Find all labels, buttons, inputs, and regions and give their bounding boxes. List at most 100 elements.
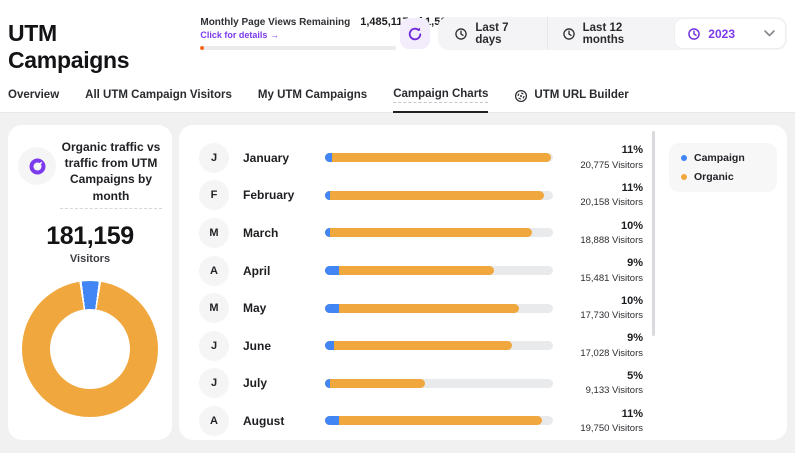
month-label: March bbox=[243, 226, 325, 240]
refresh-icon bbox=[407, 26, 423, 42]
month-percent: 9% bbox=[567, 331, 643, 346]
tab-overview[interactable]: Overview bbox=[8, 89, 59, 112]
month-bar[interactable] bbox=[325, 304, 553, 313]
legend-item-organic[interactable]: Organic bbox=[681, 171, 765, 183]
filter-last-12-months-label: Last 12 months bbox=[583, 22, 661, 46]
tab-campaign-charts[interactable]: Campaign Charts bbox=[393, 88, 488, 112]
organic-dot-icon bbox=[681, 174, 687, 180]
month-badge: F bbox=[199, 180, 229, 210]
monthly-bars-card: J January 11%20,775 Visitors F February … bbox=[179, 125, 787, 440]
date-filter-group: Last 7 days Last 12 months bbox=[438, 17, 787, 50]
organic-bar-segment bbox=[325, 153, 551, 162]
month-badge: A bbox=[199, 406, 229, 436]
filter-last-7-days[interactable]: Last 7 days bbox=[440, 17, 546, 50]
month-bar[interactable] bbox=[325, 416, 553, 425]
month-row-april: A April 9%15,481 Visitors bbox=[199, 252, 657, 290]
filter-year-dropdown[interactable]: 2023 bbox=[675, 19, 785, 48]
campaign-bar-segment bbox=[325, 153, 332, 162]
campaign-bar-segment bbox=[325, 341, 334, 350]
organic-bar-segment bbox=[325, 341, 512, 350]
month-visitors: 15,481 Visitors bbox=[567, 272, 643, 285]
month-visitors: 18,888 Visitors bbox=[567, 234, 643, 247]
month-label: April bbox=[243, 264, 325, 278]
campaign-bar-segment bbox=[325, 228, 330, 237]
legend-column: Campaign Organic bbox=[657, 135, 787, 440]
tab-utm-url-builder[interactable]: UTM URL Builder bbox=[514, 89, 628, 112]
organic-bar-segment bbox=[325, 416, 542, 425]
month-label: May bbox=[243, 301, 325, 315]
legend-organic-label: Organic bbox=[694, 171, 734, 183]
total-visitors-value: 181,159 bbox=[18, 222, 162, 251]
month-row-february: F February 11%20,158 Visitors bbox=[199, 177, 657, 215]
month-row-july: J July 5%9,133 Visitors bbox=[199, 365, 657, 403]
month-percent: 10% bbox=[567, 219, 643, 234]
campaign-bar-segment bbox=[325, 266, 339, 275]
tab-bar: Overview All UTM Campaign Visitors My UT… bbox=[0, 74, 795, 113]
month-visitors: 20,158 Visitors bbox=[567, 196, 643, 209]
month-percent: 11% bbox=[567, 181, 643, 196]
month-label: June bbox=[243, 339, 325, 353]
refresh-button[interactable] bbox=[400, 18, 430, 49]
month-bar[interactable] bbox=[325, 191, 553, 200]
month-percent: 10% bbox=[567, 294, 643, 309]
filter-year-label: 2023 bbox=[708, 27, 735, 41]
rows-scrollbar[interactable] bbox=[652, 131, 655, 336]
clock-icon bbox=[454, 27, 468, 41]
url-builder-icon bbox=[514, 89, 528, 103]
page-views-widget: Monthly Page Views Remaining 1,485,117 o… bbox=[200, 16, 400, 50]
chart-legend: Campaign Organic bbox=[669, 143, 777, 192]
month-row-march: M March 10%18,888 Visitors bbox=[199, 214, 657, 252]
campaign-bar-segment bbox=[325, 379, 330, 388]
month-row-may: M May 10%17,730 Visitors bbox=[199, 289, 657, 327]
organic-bar-segment bbox=[325, 304, 519, 313]
month-percent: 9% bbox=[567, 256, 643, 271]
campaign-dot-icon bbox=[681, 155, 687, 161]
month-bar[interactable] bbox=[325, 228, 553, 237]
organic-bar-segment bbox=[325, 228, 532, 237]
tab-my-utm-campaigns[interactable]: My UTM Campaigns bbox=[258, 89, 367, 112]
month-bar[interactable] bbox=[325, 341, 553, 350]
month-visitors: 17,028 Visitors bbox=[567, 347, 643, 360]
month-bar[interactable] bbox=[325, 153, 553, 162]
filter-last-7-days-label: Last 7 days bbox=[475, 22, 532, 46]
page-header: UTM Campaigns Monthly Page Views Remaini… bbox=[0, 0, 795, 113]
month-rows-list: J January 11%20,775 Visitors F February … bbox=[179, 135, 657, 440]
page-views-label: Monthly Page Views Remaining bbox=[200, 17, 350, 28]
donut-chart-icon-circle bbox=[18, 147, 56, 185]
page-views-progressbar bbox=[200, 46, 396, 50]
clock-icon bbox=[687, 27, 701, 41]
month-badge: J bbox=[199, 143, 229, 173]
month-visitors: 20,775 Visitors bbox=[567, 159, 643, 172]
content-area: Organic traffic vs traffic from UTM Camp… bbox=[0, 113, 795, 453]
chevron-down-icon bbox=[764, 30, 775, 37]
filter-last-12-months[interactable]: Last 12 months bbox=[547, 17, 675, 50]
month-label: August bbox=[243, 414, 325, 428]
month-visitors: 9,133 Visitors bbox=[567, 384, 643, 397]
month-percent: 5% bbox=[567, 369, 643, 384]
legend-item-campaign[interactable]: Campaign bbox=[681, 152, 765, 164]
page-views-progress-fill bbox=[200, 46, 204, 50]
month-badge: A bbox=[199, 256, 229, 286]
month-percent: 11% bbox=[567, 143, 643, 158]
donut-chart-icon bbox=[29, 158, 46, 175]
month-visitors: 17,730 Visitors bbox=[567, 309, 643, 322]
month-row-january: J January 11%20,775 Visitors bbox=[199, 139, 657, 177]
legend-campaign-label: Campaign bbox=[694, 152, 745, 164]
utm-campaigns-screen: UTM Campaigns Monthly Page Views Remaini… bbox=[0, 0, 795, 453]
organic-vs-campaign-donut[interactable] bbox=[22, 281, 158, 417]
donut-card-title: Organic traffic vs traffic from UTM Camp… bbox=[60, 139, 162, 209]
organic-bar-segment bbox=[325, 191, 544, 200]
campaign-bar-segment bbox=[325, 191, 330, 200]
month-bar[interactable] bbox=[325, 266, 553, 275]
month-percent: 11% bbox=[567, 407, 643, 422]
tab-all-utm-campaign-visitors[interactable]: All UTM Campaign Visitors bbox=[85, 89, 232, 112]
page-title: UTM Campaigns bbox=[8, 20, 178, 74]
month-visitors: 19,750 Visitors bbox=[567, 422, 643, 435]
click-for-details-link[interactable]: Click for details → bbox=[200, 30, 400, 40]
month-row-august: A August 11%19,750 Visitors bbox=[199, 402, 657, 440]
month-bar[interactable] bbox=[325, 379, 553, 388]
month-badge: M bbox=[199, 293, 229, 323]
organic-bar-segment bbox=[325, 266, 494, 275]
month-label: July bbox=[243, 376, 325, 390]
donut-card: Organic traffic vs traffic from UTM Camp… bbox=[8, 125, 172, 440]
